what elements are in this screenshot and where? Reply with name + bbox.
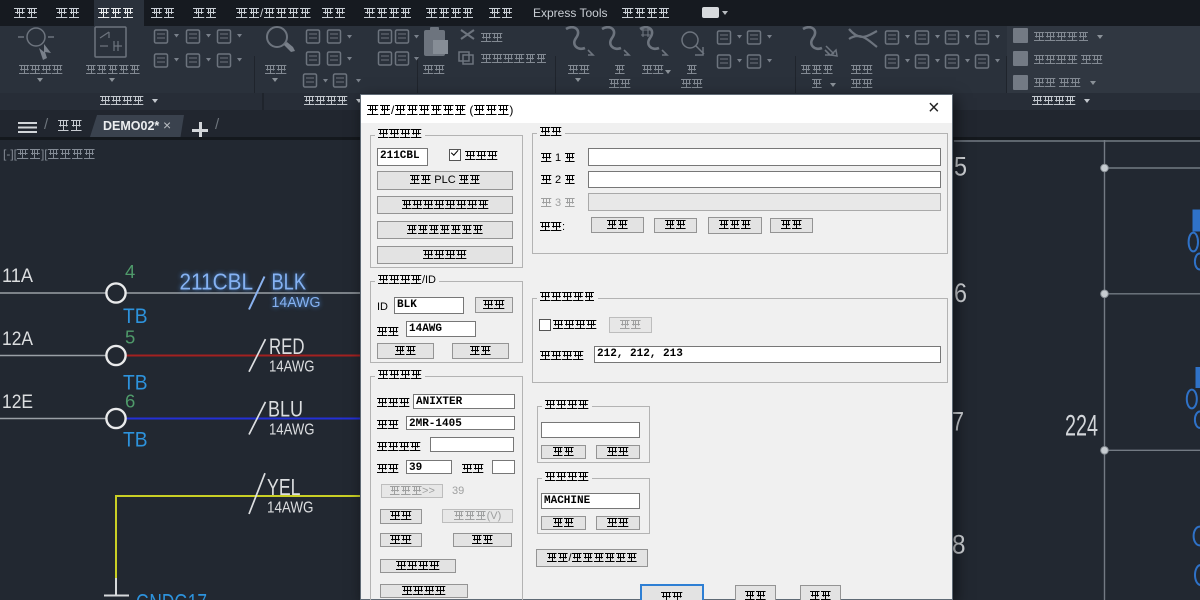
svg-text:14AWG: 14AWG	[269, 422, 315, 439]
svg-text:6: 6	[954, 278, 967, 308]
svg-text:TB: TB	[123, 371, 148, 395]
svg-text:11A: 11A	[2, 266, 33, 287]
svg-text:14AWG: 14AWG	[267, 500, 314, 517]
svg-text:4: 4	[125, 261, 135, 282]
svg-text:7: 7	[952, 407, 964, 437]
svg-text:5: 5	[954, 152, 967, 182]
svg-text:TB: TB	[123, 428, 148, 452]
svg-text:YEL: YEL	[267, 474, 301, 500]
svg-text:RED: RED	[269, 334, 305, 359]
svg-text:TB: TB	[123, 304, 148, 328]
svg-text:14AWG: 14AWG	[269, 359, 315, 376]
svg-text:12A: 12A	[2, 329, 33, 350]
svg-text:12E: 12E	[2, 392, 33, 413]
svg-text:GNDG17: GNDG17	[136, 589, 207, 600]
svg-text:224: 224	[1065, 410, 1098, 443]
svg-text:BLU: BLU	[268, 397, 303, 422]
svg-text:5: 5	[125, 327, 135, 348]
svg-text:211CBL: 211CBL	[180, 269, 254, 295]
svg-text:BLK: BLK	[272, 269, 307, 295]
svg-text:8: 8	[952, 530, 966, 560]
svg-text:14AWG: 14AWG	[272, 295, 321, 311]
